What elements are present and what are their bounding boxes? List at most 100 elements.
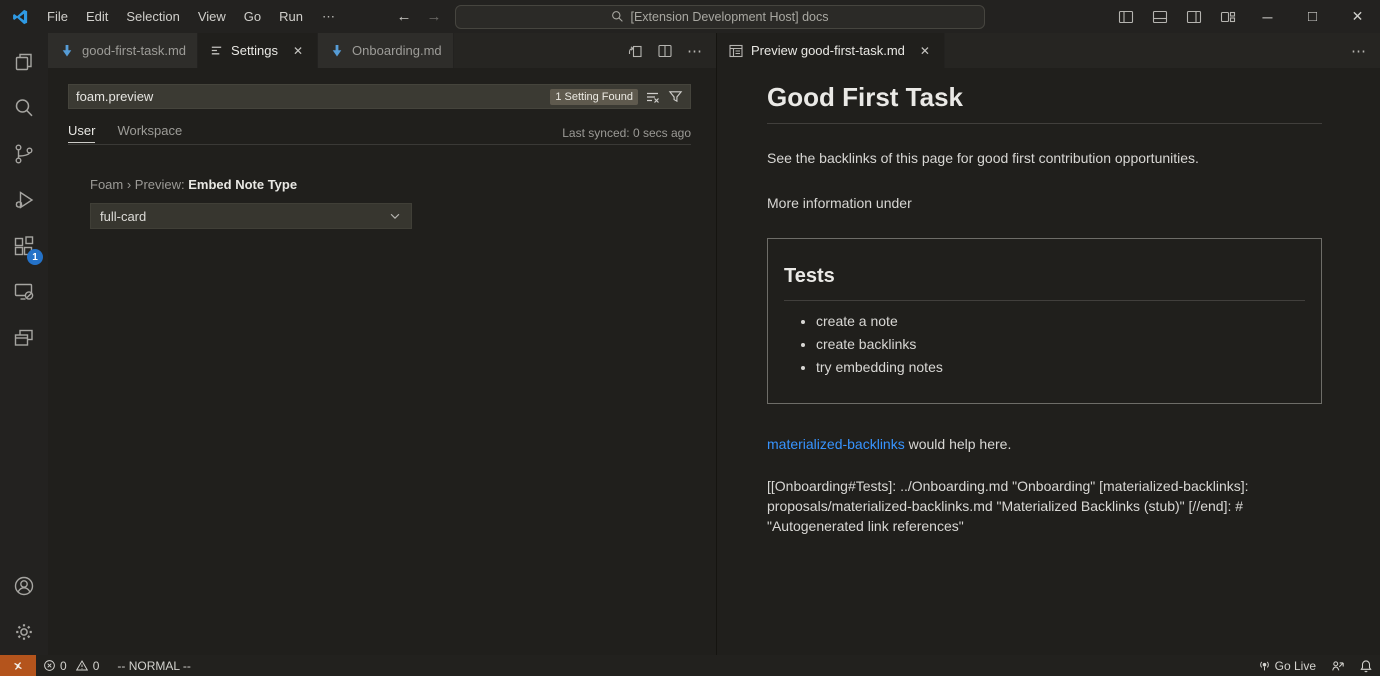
- scope-tab-user[interactable]: User: [68, 123, 95, 143]
- errors-icon: [43, 659, 56, 672]
- markdown-preview: Good First Task See the backlinks of thi…: [717, 68, 1380, 536]
- menu-edit[interactable]: Edit: [77, 0, 117, 33]
- vscode-logo-icon: [11, 8, 29, 26]
- titlebar-controls: ─ □ ✕: [1109, 0, 1380, 33]
- editor-actions-right: ⋯: [1346, 33, 1380, 68]
- search-icon: [611, 10, 624, 23]
- go-live-button[interactable]: Go Live: [1251, 655, 1323, 676]
- minimize-button[interactable]: ─: [1245, 0, 1290, 33]
- chevron-down-icon: [388, 209, 402, 223]
- menu-run[interactable]: Run: [270, 0, 312, 33]
- settings-search-value: foam.preview: [76, 89, 550, 104]
- tab-label: good-first-task.md: [82, 43, 186, 58]
- setting-embed-note-type: Foam › Preview: Embed Note Type full-car…: [68, 177, 691, 229]
- more-actions-icon[interactable]: ⋯: [1346, 38, 1372, 64]
- editor-group-left: good-first-task.md Settings ✕ Onboarding…: [48, 33, 716, 655]
- tab-settings[interactable]: Settings ✕: [198, 33, 318, 68]
- toggle-secondary-sidebar-icon[interactable]: [1177, 0, 1211, 33]
- scope-tab-workspace[interactable]: Workspace: [117, 123, 182, 143]
- markdown-file-icon: [329, 43, 345, 59]
- tab-label: Onboarding.md: [352, 43, 442, 58]
- command-center[interactable]: [Extension Development Host] docs: [455, 5, 985, 29]
- select-value: full-card: [100, 209, 146, 224]
- title-bar: File Edit Selection View Go Run ⋯ ← → [E…: [0, 0, 1380, 33]
- status-bar: 0 0 -- NORMAL -- Go Live: [0, 655, 1380, 676]
- command-center-label: [Extension Development Host] docs: [630, 10, 828, 24]
- close-tab-icon[interactable]: ✕: [290, 44, 306, 58]
- editor-group-right: Preview good-first-task.md ✕ ⋯ Good Firs…: [716, 33, 1380, 655]
- vim-mode-indicator[interactable]: -- NORMAL --: [110, 655, 198, 676]
- warnings-icon: [75, 659, 89, 672]
- explorer-icon[interactable]: [0, 39, 48, 85]
- materialized-backlinks-link[interactable]: materialized-backlinks: [767, 436, 905, 452]
- live-share-icon: [1330, 659, 1345, 673]
- source-control-icon[interactable]: [0, 131, 48, 177]
- manage-gear-icon[interactable]: [0, 609, 48, 655]
- embedded-note-list: create a note create backlinks try embed…: [784, 314, 1305, 375]
- list-item: create a note: [816, 314, 1305, 329]
- menu-view[interactable]: View: [189, 0, 235, 33]
- statusbar-right: Go Live: [1251, 655, 1380, 676]
- warnings-count: 0: [93, 659, 100, 673]
- close-tab-icon[interactable]: ✕: [917, 44, 933, 58]
- setting-label: Foam › Preview: Embed Note Type: [90, 177, 691, 192]
- tab-good-first-task[interactable]: good-first-task.md: [48, 33, 198, 68]
- preview-paragraph: See the backlinks of this page for good …: [767, 148, 1322, 168]
- workbench: 1 good-first-task.md Settings ✕: [0, 33, 1380, 655]
- toggle-panel-icon[interactable]: [1143, 0, 1177, 33]
- search-sidebar-icon[interactable]: [0, 85, 48, 131]
- filter-funnel-icon[interactable]: [668, 89, 683, 104]
- preview-title: Good First Task: [767, 82, 1322, 124]
- markdown-file-icon: [59, 43, 75, 59]
- setting-name: Embed Note Type: [188, 177, 297, 192]
- forward-arrow-icon[interactable]: →: [425, 8, 443, 25]
- accounts-icon[interactable]: [0, 563, 48, 609]
- clear-search-icon[interactable]: [645, 89, 661, 105]
- tab-onboarding[interactable]: Onboarding.md: [318, 33, 454, 68]
- embedded-note-heading: Tests: [784, 265, 1305, 301]
- extensions-icon[interactable]: 1: [0, 223, 48, 269]
- last-synced-label: Last synced: 0 secs ago: [562, 126, 691, 140]
- errors-count: 0: [60, 659, 67, 673]
- run-debug-icon[interactable]: [0, 177, 48, 223]
- menu-file[interactable]: File: [38, 0, 77, 33]
- preview-paragraph: More information under: [767, 193, 1322, 213]
- command-center-area: ← → [Extension Development Host] docs: [395, 0, 985, 33]
- toggle-sidebar-icon[interactable]: [1109, 0, 1143, 33]
- tabbar-left: good-first-task.md Settings ✕ Onboarding…: [48, 33, 716, 68]
- menu-go[interactable]: Go: [235, 0, 270, 33]
- settings-list-icon: [209, 43, 224, 58]
- link-references-text: [[Onboarding#Tests]: ../Onboarding.md "O…: [767, 476, 1322, 536]
- tab-preview-good-first-task[interactable]: Preview good-first-task.md ✕: [717, 33, 945, 68]
- results-count-badge: 1 Setting Found: [550, 89, 638, 105]
- settings-search-input[interactable]: foam.preview 1 Setting Found: [68, 84, 691, 109]
- remote-explorer-icon[interactable]: [0, 269, 48, 315]
- preview-paragraph: materialized-backlinks would help here.: [767, 434, 1322, 454]
- menu-selection[interactable]: Selection: [117, 0, 188, 33]
- activity-bar: 1: [0, 33, 48, 655]
- list-item: try embedding notes: [816, 360, 1305, 375]
- remote-indicator[interactable]: [0, 655, 36, 676]
- go-live-label: Go Live: [1275, 659, 1316, 673]
- remote-icon: [11, 659, 25, 673]
- notifications-bell-button[interactable]: [1352, 655, 1380, 676]
- more-actions-icon[interactable]: ⋯: [682, 38, 708, 64]
- split-editor-icon[interactable]: [652, 39, 678, 63]
- maximize-button[interactable]: □: [1290, 0, 1335, 33]
- list-item: create backlinks: [816, 337, 1305, 352]
- bell-icon: [1359, 659, 1373, 673]
- open-settings-json-icon[interactable]: [622, 39, 648, 63]
- settings-editor: foam.preview 1 Setting Found User Worksp…: [48, 68, 716, 229]
- customize-layout-icon[interactable]: [1211, 0, 1245, 33]
- live-share-button[interactable]: [1323, 655, 1352, 676]
- back-arrow-icon[interactable]: ←: [395, 8, 413, 25]
- markdown-preview-icon: [728, 43, 744, 59]
- embed-note-type-select[interactable]: full-card: [90, 203, 412, 229]
- problems-indicator[interactable]: 0 0: [36, 655, 110, 676]
- windows-stack-icon[interactable]: [0, 315, 48, 361]
- menu-overflow[interactable]: ⋯: [312, 0, 345, 33]
- tab-label: Preview good-first-task.md: [751, 43, 905, 58]
- scope-divider: [68, 144, 691, 145]
- editor-actions-left: ⋯: [622, 33, 716, 68]
- close-window-button[interactable]: ✕: [1335, 0, 1380, 33]
